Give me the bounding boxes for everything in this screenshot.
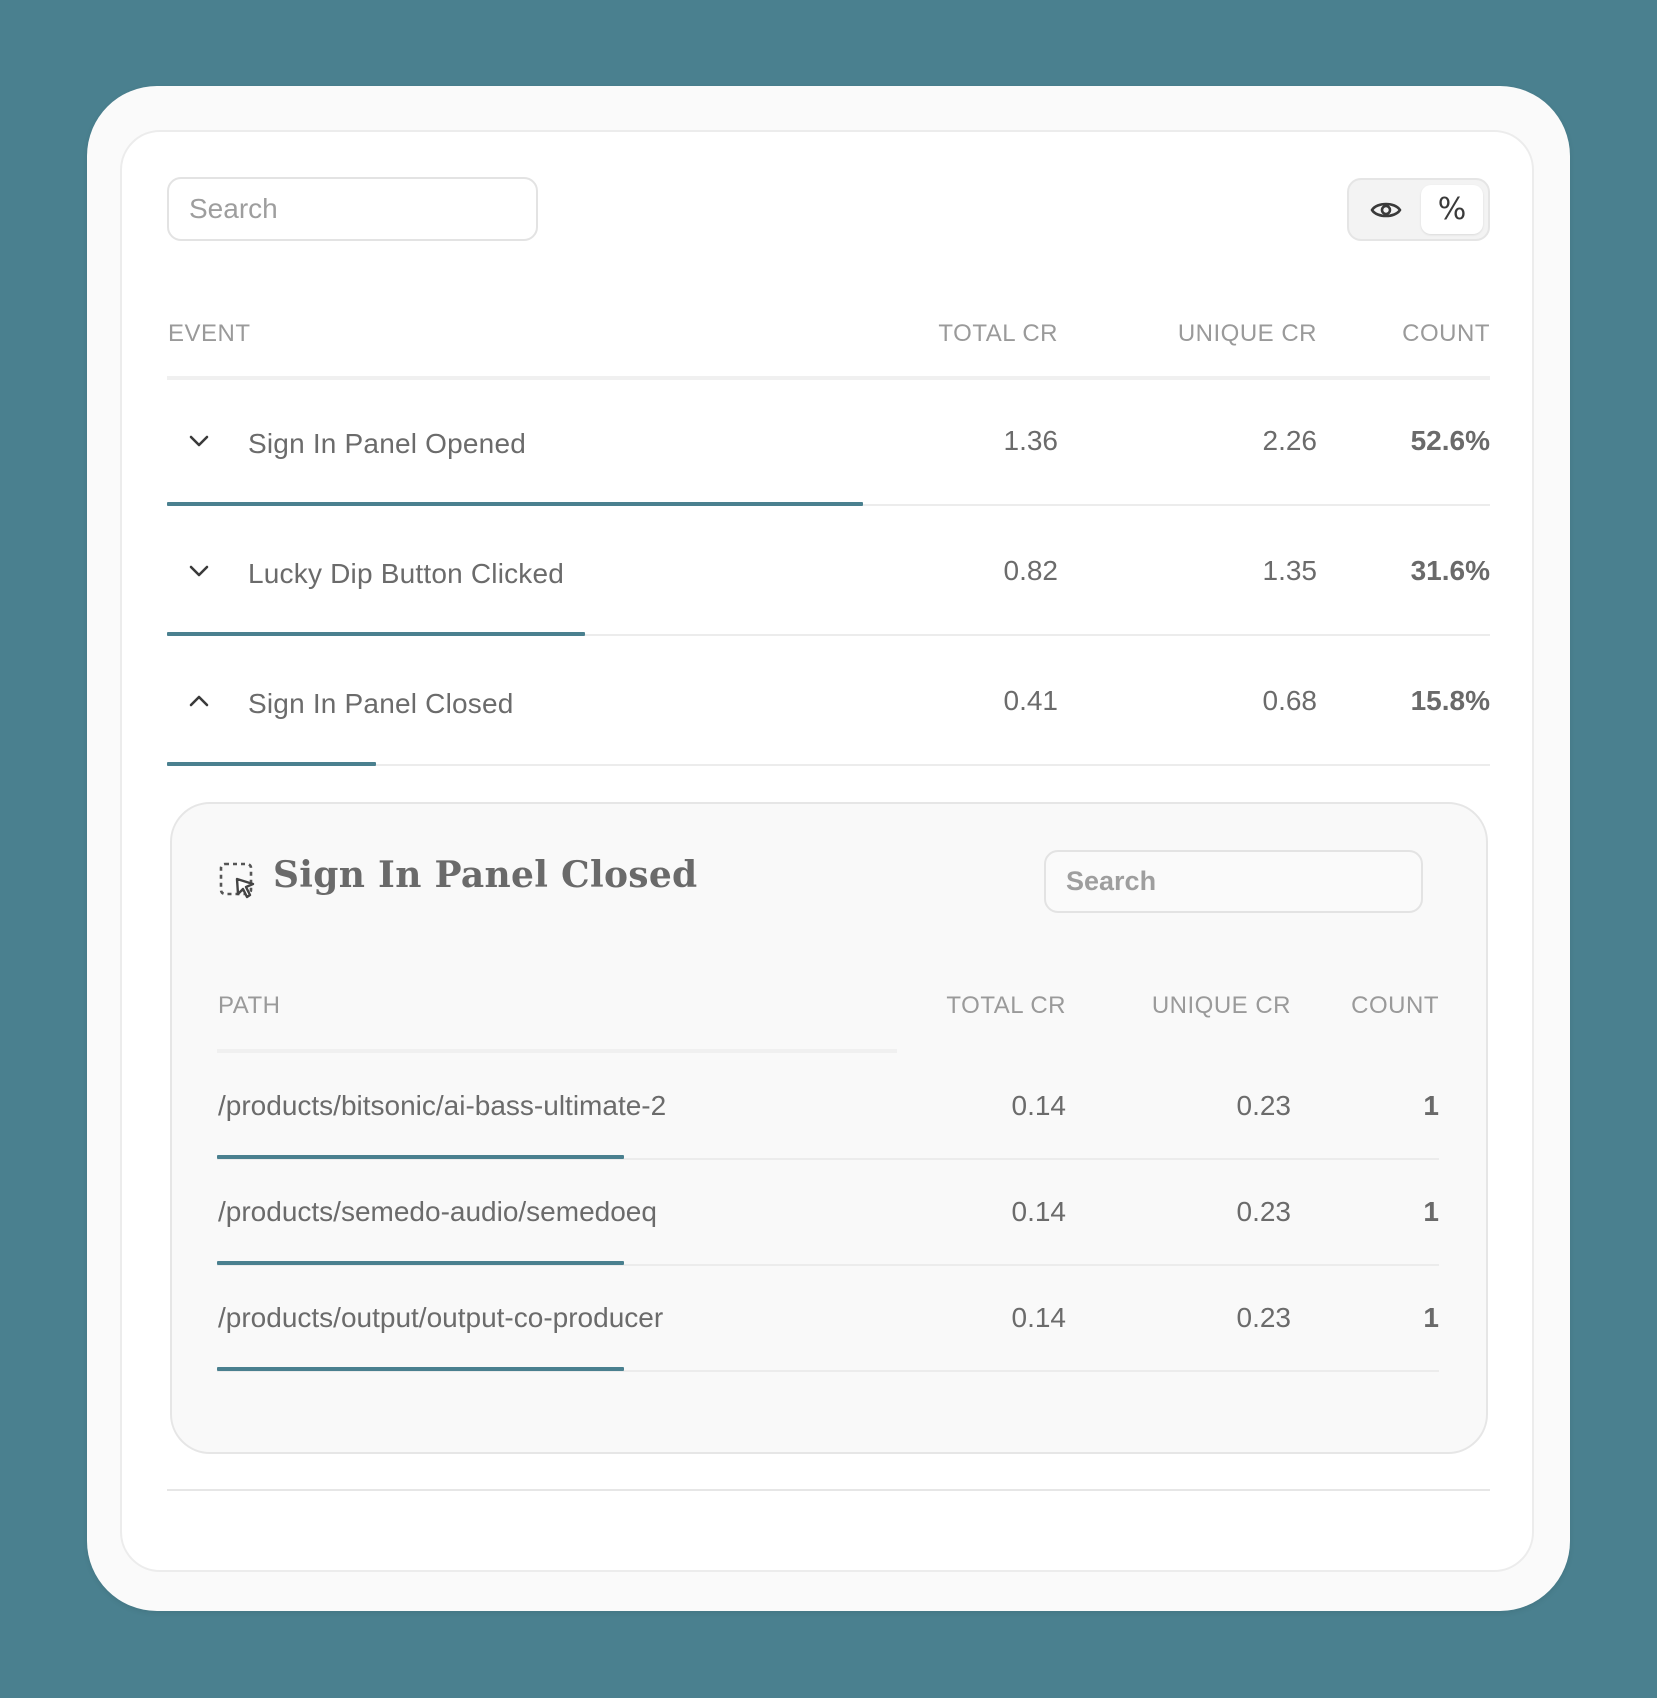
path-count: 1 [1423,1196,1439,1227]
path-unique-cr: 0.23 [1236,1196,1292,1227]
header-unique-cr: UNIQUE CR [1151,992,1291,1019]
event-total-cr: 1.36 [1003,425,1059,456]
event-name[interactable]: Lucky Dip Button Clicked [248,558,564,590]
event-unique-cr: 0.68 [1262,685,1318,716]
eye-icon [1370,202,1402,217]
event-total-cr: 0.82 [1003,555,1059,586]
header-count: COUNT [1402,320,1490,347]
event-name[interactable]: Sign In Panel Closed [248,688,514,720]
event-share-bar [167,502,863,506]
search-input[interactable] [167,177,538,241]
header-path: PATH [218,992,281,1019]
path-name[interactable]: /products/output/output-co-producer [218,1302,663,1334]
path-unique-cr: 0.23 [1236,1090,1292,1121]
path-share-bar [217,1261,624,1265]
path-total-cr: 0.14 [1011,1302,1067,1333]
header-total-cr: TOTAL CR [938,320,1058,347]
event-share-bar [167,762,376,766]
path-share-bar [217,1155,624,1159]
detail-search-input[interactable] [1044,850,1423,913]
event-count: 31.6% [1410,555,1490,586]
event-count: 15.8% [1410,685,1490,716]
chevron-up-icon[interactable] [188,694,210,708]
path-name[interactable]: /products/semedo-audio/semedoeq [218,1196,657,1228]
header-unique-cr: UNIQUE CR [1177,320,1317,347]
path-count: 1 [1423,1090,1439,1121]
header-total-cr: TOTAL CR [946,992,1066,1019]
path-count: 1 [1423,1302,1439,1333]
event-total-cr: 0.41 [1003,685,1059,716]
header-divider [167,376,1490,380]
event-share-bar [167,632,585,636]
view-toggle-group: % [1347,178,1490,241]
event-name[interactable]: Sign In Panel Opened [248,428,526,460]
detail-header-divider [217,1049,897,1053]
path-total-cr: 0.14 [1011,1090,1067,1121]
table-bottom-divider [167,1489,1490,1491]
path-unique-cr: 0.23 [1236,1302,1292,1333]
path-total-cr: 0.14 [1011,1196,1067,1227]
header-event: EVENT [168,320,251,347]
event-count: 52.6% [1410,425,1490,456]
path-share-bar [217,1367,624,1371]
percent-toggle-button[interactable]: % [1421,185,1483,234]
percent-icon: % [1437,191,1467,227]
dashed-cursor-select-icon [219,862,255,899]
view-toggle-button[interactable] [1355,185,1417,234]
event-unique-cr: 1.35 [1262,555,1318,586]
event-unique-cr: 2.26 [1262,425,1318,456]
path-name[interactable]: /products/bitsonic/ai-bass-ultimate-2 [218,1090,666,1122]
detail-title: Sign In Panel Closed [273,854,698,896]
header-count: COUNT [1351,992,1439,1019]
chevron-down-icon[interactable] [188,434,210,448]
chevron-down-icon[interactable] [188,564,210,578]
